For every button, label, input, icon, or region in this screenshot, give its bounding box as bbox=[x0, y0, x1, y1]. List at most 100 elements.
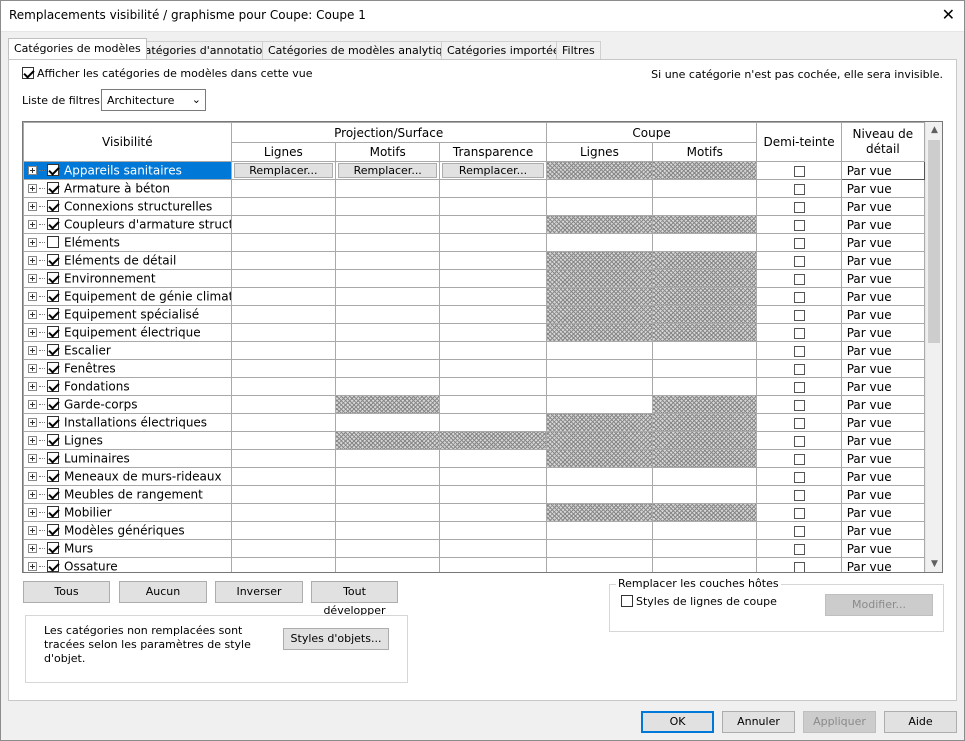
halftone-checkbox[interactable] bbox=[793, 291, 805, 303]
projection-lines-cell[interactable] bbox=[230, 503, 337, 522]
scroll-down-icon[interactable]: ▼ bbox=[926, 559, 942, 569]
table-row[interactable]: Equipement spécialisé Par vue bbox=[23, 305, 926, 324]
halftone-checkbox[interactable] bbox=[793, 273, 805, 285]
table-row[interactable]: Eléments de détail Par vue bbox=[23, 251, 926, 270]
detail-level-cell[interactable]: Par vue bbox=[840, 539, 926, 558]
projection-patterns-cell[interactable] bbox=[335, 323, 441, 342]
cut-patterns-cell[interactable] bbox=[652, 485, 758, 504]
projection-lines-cell[interactable] bbox=[230, 413, 337, 432]
visibility-checkbox[interactable] bbox=[47, 343, 59, 356]
halftone-cell[interactable] bbox=[756, 197, 842, 216]
visibility-checkbox[interactable] bbox=[47, 163, 59, 176]
halftone-checkbox[interactable] bbox=[793, 471, 805, 483]
visibility-checkbox[interactable] bbox=[47, 217, 59, 230]
halftone-checkbox[interactable] bbox=[793, 435, 805, 447]
projection-lines-cell[interactable] bbox=[230, 233, 337, 252]
projection-transparency-cell[interactable] bbox=[439, 539, 547, 558]
projection-transparency-cell[interactable] bbox=[439, 503, 547, 522]
projection-lines-cell[interactable] bbox=[230, 287, 337, 306]
visibility-checkbox[interactable] bbox=[47, 505, 59, 518]
visibility-checkbox[interactable] bbox=[47, 181, 59, 194]
scroll-thumb[interactable] bbox=[928, 140, 940, 343]
detail-level-cell[interactable]: Par vue bbox=[840, 287, 926, 306]
ok-button[interactable]: OK bbox=[641, 711, 714, 733]
filter-list-select[interactable]: Architecture ⌄ bbox=[101, 89, 206, 111]
header-halftone[interactable]: Demi-teinte bbox=[756, 122, 842, 162]
projection-transparency-cell[interactable] bbox=[439, 521, 547, 540]
visibility-checkbox[interactable] bbox=[47, 199, 59, 212]
table-row[interactable]: Armature à béton Par vue bbox=[23, 179, 926, 198]
halftone-checkbox[interactable] bbox=[793, 417, 805, 429]
detail-level-cell[interactable]: Par vue bbox=[840, 197, 926, 216]
table-row[interactable]: Coupleurs d'armature struct... Par vue bbox=[23, 215, 926, 234]
projection-lines-cell[interactable] bbox=[230, 557, 337, 572]
modify-button[interactable]: Modifier... bbox=[825, 594, 933, 616]
visibility-checkbox[interactable] bbox=[47, 325, 59, 338]
projection-patterns-cell[interactable] bbox=[335, 539, 441, 558]
projection-patterns-cell[interactable] bbox=[335, 359, 441, 378]
projection-transparency-cell[interactable] bbox=[439, 323, 547, 342]
projection-patterns-cell[interactable] bbox=[335, 467, 441, 486]
tab-analytical-model-categories[interactable]: Catégories de modèles analytiques bbox=[262, 41, 469, 60]
visibility-checkbox[interactable] bbox=[47, 235, 59, 248]
visibility-checkbox[interactable] bbox=[47, 307, 59, 320]
projection-patterns-cell[interactable] bbox=[335, 197, 441, 216]
detail-level-cell[interactable]: Par vue bbox=[840, 413, 926, 432]
visibility-cell[interactable]: Equipement de génie climat... bbox=[23, 287, 232, 306]
visibility-cell[interactable]: Equipement électrique bbox=[23, 323, 232, 342]
expand-icon[interactable] bbox=[28, 526, 37, 536]
cut-patterns-cell[interactable] bbox=[652, 557, 758, 572]
projection-lines-cell[interactable] bbox=[230, 539, 337, 558]
visibility-cell[interactable]: Appareils sanitaires bbox=[23, 161, 232, 180]
projection-transparency-cell[interactable] bbox=[439, 179, 547, 198]
halftone-cell[interactable] bbox=[756, 269, 842, 288]
cut-lines-cell[interactable] bbox=[545, 395, 654, 414]
visibility-cell[interactable]: Coupleurs d'armature struct... bbox=[23, 215, 232, 234]
table-row[interactable]: Lignes Par vue bbox=[23, 431, 926, 450]
projection-lines-cell[interactable] bbox=[230, 377, 337, 396]
table-row[interactable]: Modèles génériques Par vue bbox=[23, 521, 926, 540]
table-row[interactable]: Ossature Par vue bbox=[23, 557, 926, 572]
visibility-checkbox[interactable] bbox=[47, 523, 59, 536]
detail-level-cell[interactable]: Par vue bbox=[840, 395, 926, 414]
projection-lines-cell[interactable] bbox=[230, 215, 337, 234]
halftone-checkbox[interactable] bbox=[793, 237, 805, 249]
visibility-cell[interactable]: Eléments de détail bbox=[23, 251, 232, 270]
expand-icon[interactable] bbox=[28, 436, 37, 446]
object-styles-button[interactable]: Styles d'objets... bbox=[283, 628, 389, 650]
projection-patterns-cell[interactable] bbox=[335, 449, 441, 468]
visibility-cell[interactable]: Environnement bbox=[23, 269, 232, 288]
expand-icon[interactable] bbox=[28, 310, 37, 320]
halftone-checkbox[interactable] bbox=[793, 165, 805, 177]
expand-icon[interactable] bbox=[28, 328, 37, 338]
visibility-cell[interactable]: Escalier bbox=[23, 341, 232, 360]
projection-patterns-cell[interactable] bbox=[335, 233, 441, 252]
projection-lines-cell[interactable] bbox=[230, 323, 337, 342]
table-row[interactable]: Appareils sanitaires Remplacer... Remplace… bbox=[23, 161, 926, 180]
all-button[interactable]: Tous bbox=[23, 581, 110, 603]
projection-patterns-cell[interactable] bbox=[335, 179, 441, 198]
cut-lines-cell[interactable] bbox=[545, 233, 654, 252]
projection-patterns-cell[interactable] bbox=[335, 521, 441, 540]
cut-patterns-cell[interactable] bbox=[652, 521, 758, 540]
projection-lines-cell[interactable] bbox=[230, 395, 337, 414]
expand-icon[interactable] bbox=[28, 562, 37, 572]
projection-transparency-cell[interactable] bbox=[439, 305, 547, 324]
table-row[interactable]: Fondations Par vue bbox=[23, 377, 926, 396]
cut-lines-cell[interactable] bbox=[545, 485, 654, 504]
halftone-cell[interactable] bbox=[756, 431, 842, 450]
expand-icon[interactable] bbox=[28, 184, 37, 194]
detail-level-cell[interactable]: Par vue bbox=[840, 503, 926, 522]
close-icon[interactable]: ✕ bbox=[942, 5, 955, 24]
detail-level-cell[interactable]: Par vue bbox=[840, 251, 926, 270]
visibility-checkbox[interactable] bbox=[47, 469, 59, 482]
expand-icon[interactable] bbox=[28, 274, 37, 284]
detail-level-cell[interactable]: Par vue bbox=[840, 341, 926, 360]
cancel-button[interactable]: Annuler bbox=[722, 711, 795, 733]
halftone-checkbox[interactable] bbox=[793, 453, 805, 465]
halftone-checkbox[interactable] bbox=[793, 309, 805, 321]
visibility-checkbox[interactable] bbox=[47, 415, 59, 428]
tab-filters[interactable]: Filtres bbox=[556, 41, 601, 60]
projection-transparency-cell[interactable] bbox=[439, 269, 547, 288]
visibility-checkbox[interactable] bbox=[47, 433, 59, 446]
